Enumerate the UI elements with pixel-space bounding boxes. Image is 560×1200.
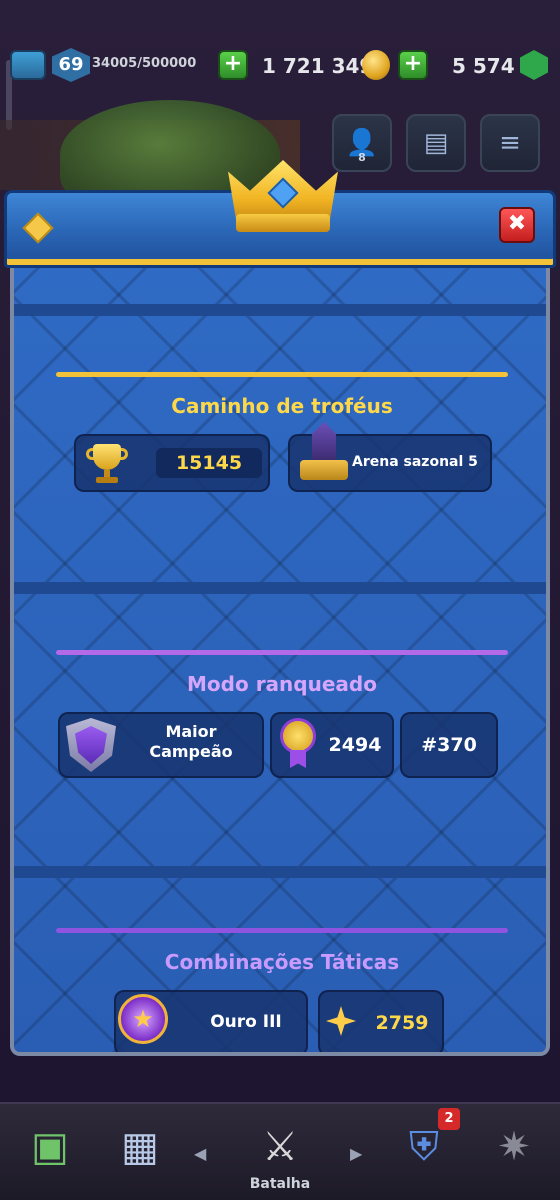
news-icon: ▤ xyxy=(423,128,449,158)
trophy-icon xyxy=(84,440,130,486)
cards-icon: ▦ xyxy=(121,1124,159,1170)
tactics-section[interactable]: Combinações Táticas ★ Ouro III 2759 xyxy=(56,928,508,1052)
bottom-navigation: ▣ ▦ ◀ ⚔ Batalha ▶ ⛨ 2 ✷ xyxy=(0,1102,560,1200)
nav-battle[interactable]: ⚔ Batalha xyxy=(232,1114,328,1194)
xp-progress-text: 34005/500000 xyxy=(92,56,197,71)
level-badge: 69 xyxy=(52,48,90,82)
crown-icon xyxy=(228,160,338,236)
menu-button[interactable]: ≡ xyxy=(480,114,540,172)
battle-label: Batalha xyxy=(249,1176,311,1192)
arena-icon xyxy=(298,422,350,488)
league-shield-icon xyxy=(66,718,116,772)
nav-clan[interactable]: ⛨ 2 xyxy=(384,1108,464,1194)
shop-chest-icon: ▣ xyxy=(31,1124,69,1170)
ranked-medal-icon xyxy=(278,718,318,770)
arena-pill[interactable]: Arena sazonal 5 xyxy=(288,422,492,492)
ranked-section[interactable]: Modo ranqueado Maior Campeão 2494 #370 xyxy=(56,650,508,800)
ranked-accent-line xyxy=(56,650,508,655)
nav-shop[interactable]: ▣ xyxy=(10,1114,90,1194)
ranked-rating: 2494 xyxy=(328,734,382,756)
trophy-road-section[interactable]: Caminho de troféus 15145 Arena sazonal 5 xyxy=(56,372,508,522)
tactics-score-pill[interactable]: 2759 xyxy=(318,990,444,1052)
clan-notification-badge: 2 xyxy=(438,1108,460,1130)
tactics-star-badge-icon: ★ xyxy=(118,994,168,1044)
tactics-score: 2759 xyxy=(375,1012,429,1034)
trophy-road-title: Caminho de troféus xyxy=(171,394,393,418)
friends-count: 8 xyxy=(358,151,366,164)
add-gems-button[interactable]: + xyxy=(398,50,428,80)
gems-amount: 5 574 xyxy=(452,54,515,78)
ranked-league-pill[interactable]: Maior Campeão xyxy=(58,712,264,778)
top-status-bar: 69 34005/500000 + 1 721 349 + 5 574 xyxy=(0,40,560,96)
tactics-league-name: Ouro III xyxy=(210,1012,282,1032)
ranked-title: Modo ranqueado xyxy=(187,672,377,696)
diamond-icon xyxy=(22,212,54,244)
close-button[interactable]: ✖ xyxy=(499,207,535,243)
crossed-swords-icon: ⚔ xyxy=(262,1124,298,1170)
gold-coin-icon xyxy=(362,50,390,80)
panel-body: Caminho de troféus 15145 Arena sazonal 5 xyxy=(10,260,550,1056)
news-button[interactable]: ▤ xyxy=(406,114,466,172)
trophy-road-accent-line xyxy=(56,372,508,377)
section-divider xyxy=(14,866,546,878)
gold-amount: 1 721 349 xyxy=(262,54,374,78)
hamburger-icon: ≡ xyxy=(499,128,521,158)
nav-right-arrow-icon[interactable]: ▶ xyxy=(350,1144,362,1163)
nav-events[interactable]: ✷ xyxy=(474,1114,554,1194)
profile-icon[interactable] xyxy=(10,50,46,80)
tactics-title: Combinações Táticas xyxy=(164,950,400,974)
clan-shield-icon: ⛨ xyxy=(409,1124,439,1170)
sparkle-icon xyxy=(326,1006,356,1036)
progress-panel: Caminho de troféus 15145 Arena sazonal 5 xyxy=(4,160,556,1056)
ranked-position: #370 xyxy=(421,734,477,756)
section-divider xyxy=(14,304,546,316)
nav-cards[interactable]: ▦ xyxy=(100,1114,180,1194)
add-gold-button[interactable]: + xyxy=(218,50,248,80)
ranked-league-name: Maior Campeão xyxy=(149,722,233,761)
ranked-rating-pill[interactable]: 2494 xyxy=(270,712,394,778)
trophy-count-pill[interactable]: 15145 xyxy=(74,434,270,492)
tactics-accent-line xyxy=(56,928,508,933)
ranked-position-pill[interactable]: #370 xyxy=(400,712,498,778)
section-divider xyxy=(14,582,546,594)
nav-left-arrow-icon[interactable]: ◀ xyxy=(194,1144,206,1163)
gem-icon xyxy=(520,50,548,80)
friends-button[interactable]: 👤 8 xyxy=(332,114,392,172)
events-icon: ✷ xyxy=(497,1124,531,1170)
tactics-league-pill[interactable]: ★ Ouro III xyxy=(114,990,308,1052)
arena-name: Arena sazonal 5 xyxy=(352,454,478,470)
trophy-count: 15145 xyxy=(175,452,243,474)
game-screen: 69 34005/500000 + 1 721 349 + 5 574 👤 8 … xyxy=(0,0,560,1200)
